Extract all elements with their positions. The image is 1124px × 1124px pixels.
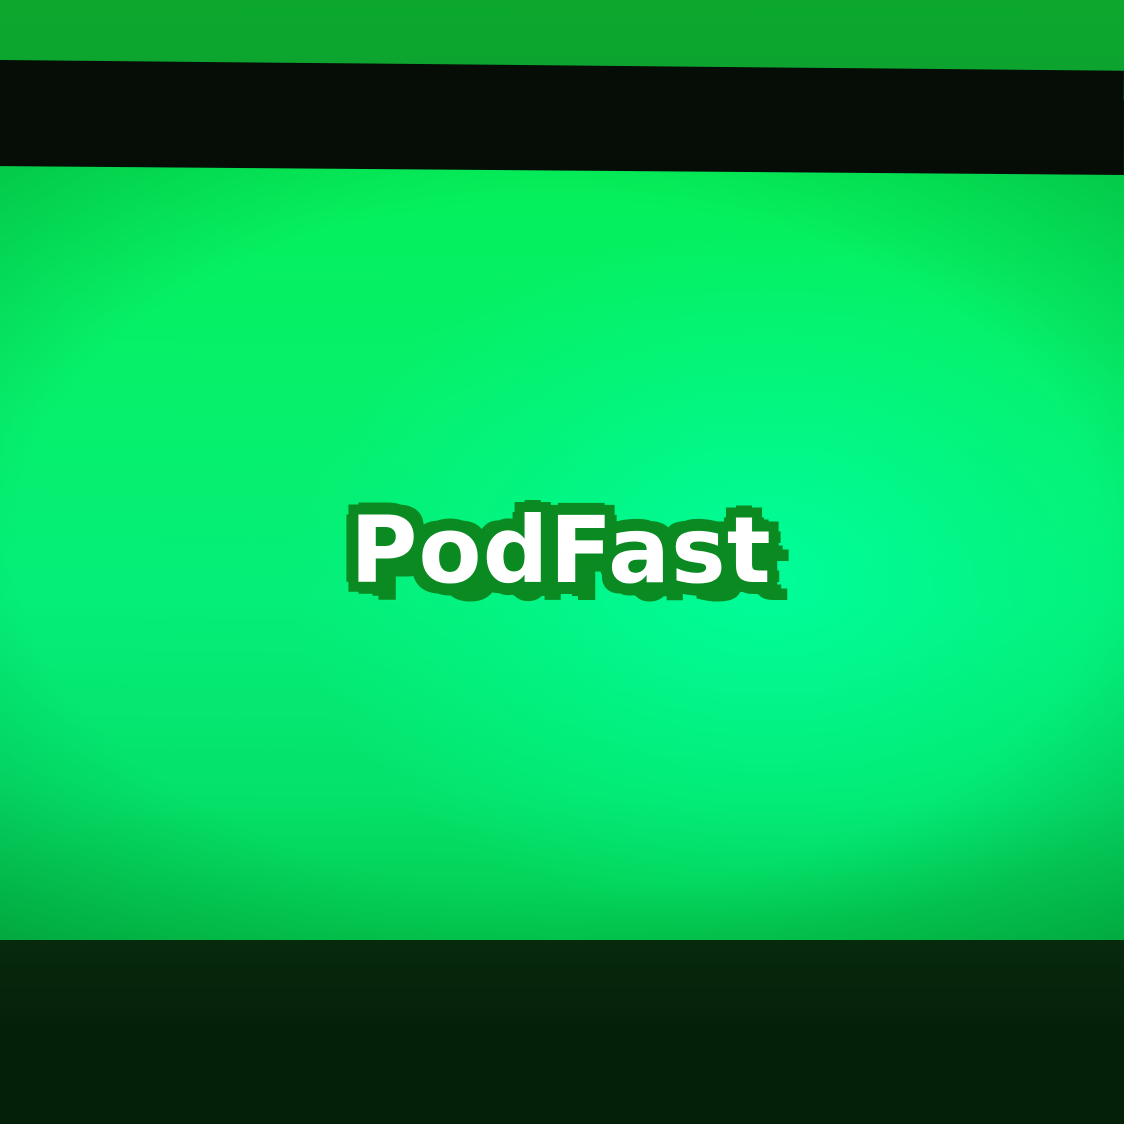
app-logo: PodFast PodFast: [336, 492, 806, 616]
splash-screen-photo: PodFast PodFast: [0, 0, 1124, 1124]
app-logo-text: PodFast: [350, 497, 772, 604]
background-dark-area: [0, 1025, 1124, 1124]
monitor-bottom-bezel: [0, 940, 1124, 1030]
